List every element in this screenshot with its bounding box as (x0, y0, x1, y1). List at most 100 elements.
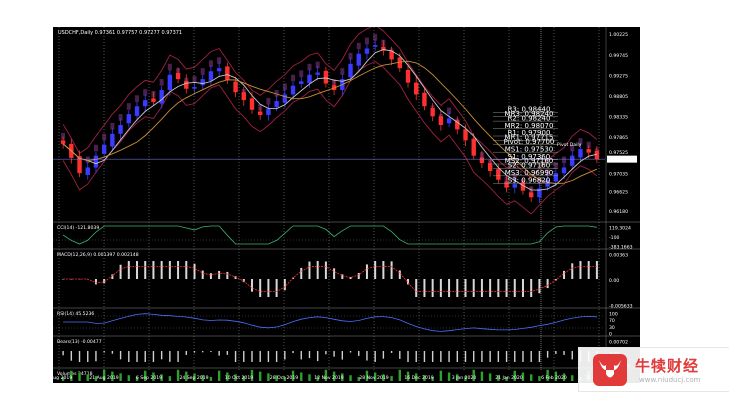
bears-bar (111, 351, 114, 354)
bears-bar (571, 351, 573, 360)
bears-bar (489, 351, 491, 362)
candle-body (422, 92, 427, 107)
macd-bar (456, 279, 459, 297)
macd-bar (439, 279, 442, 297)
candle-body (397, 57, 403, 69)
panel-axis-label: 0 (609, 332, 612, 338)
panel-axis-label: 30 (609, 325, 615, 331)
cloud-column (167, 63, 172, 71)
bears-bar (440, 351, 442, 362)
bears-bar (152, 351, 155, 362)
volume-bar (447, 372, 451, 381)
bears-bar (144, 351, 146, 362)
candle-body (496, 169, 501, 180)
bears-bar (300, 351, 302, 360)
candle-body (200, 79, 205, 86)
candle-body (586, 149, 591, 153)
cloud-column (93, 144, 98, 152)
volume-bar (209, 377, 213, 381)
macd-bar (193, 263, 196, 279)
bears-bar (325, 351, 327, 355)
candle-body (364, 48, 370, 54)
bears-bar (399, 351, 401, 359)
bears-bar (70, 351, 73, 361)
bears-bar (308, 351, 311, 359)
price-tick-label: 0.97865 (609, 135, 628, 141)
candle-body (192, 87, 197, 89)
candle-body (471, 138, 476, 156)
price-tick-label: 0.97035 (609, 171, 628, 177)
macd-bar (119, 264, 122, 279)
macd-bar (587, 261, 590, 279)
bears-bar (349, 351, 352, 353)
chart-terminal: 0.97371 R3: 0.98440 MR3: 0.98240 R2: 0.982… (53, 27, 640, 383)
cloud-column (364, 37, 369, 45)
date-tick-label: 21 Aug 2019 (89, 375, 119, 381)
macd-bar (505, 279, 508, 297)
candle-body (405, 69, 411, 83)
cloud-column (266, 97, 271, 105)
cloud-column (356, 42, 361, 50)
candle-body (159, 90, 164, 104)
candle-body (216, 68, 222, 72)
cloud-column (299, 70, 304, 77)
candle-body (110, 133, 115, 147)
bears-bar (374, 351, 376, 362)
candle-body (479, 157, 485, 164)
panel-axis-label: 100 (609, 312, 618, 318)
cloud-column (126, 103, 131, 110)
bears-bar (555, 351, 557, 354)
pivot-tag: Pivot Daily (557, 142, 582, 148)
macd-bar (538, 279, 541, 294)
candle-body (241, 92, 246, 101)
bears-bar (390, 351, 393, 353)
cloud-column (200, 68, 205, 75)
bears-bar (62, 351, 64, 356)
current-price-label: 0.97371 (609, 157, 628, 163)
candle-body (249, 98, 255, 110)
macd-bar (530, 279, 533, 297)
cloud-column (102, 133, 107, 141)
volume-bar (127, 375, 131, 381)
bears-bar (316, 351, 319, 362)
cloud-column (562, 156, 567, 164)
candle-body (463, 129, 468, 141)
bears-bar (267, 351, 270, 362)
candle-body (257, 111, 263, 115)
candle-body (118, 125, 123, 134)
watermark-url: www.niuducj.com (639, 376, 701, 384)
candle-body (553, 173, 559, 182)
candle-body (414, 82, 419, 95)
panel-axis-label: 119.3024 (609, 226, 631, 232)
macd-bar (390, 261, 393, 279)
candle-body (93, 155, 99, 168)
bears-bar (226, 351, 229, 355)
macd-bar (94, 279, 97, 285)
bears-bar (505, 351, 508, 362)
date-tick-label: 28 Oct 2019 (270, 375, 298, 381)
price-tick-label: 0.96625 (609, 189, 628, 195)
bears-bar (292, 351, 294, 354)
macd-bar (579, 261, 582, 279)
macd-bar (563, 270, 566, 279)
bears-bar (473, 351, 475, 362)
panel-label: MACD(12,26,9) 0.001397 0.002148 (57, 252, 139, 258)
bears-bar (185, 351, 187, 355)
macd-bar (415, 279, 418, 297)
macd-bar (333, 268, 336, 279)
bears-bar (87, 351, 89, 362)
candle-body (101, 144, 107, 154)
bears-bar (530, 351, 532, 362)
bears-bar (177, 351, 179, 362)
candle-body (151, 98, 156, 102)
panel-axis-label: -0.005633 (609, 304, 633, 310)
bears-bar (358, 351, 360, 356)
date-tick-label: 16 Dec 2019 (404, 375, 433, 381)
candle-body (266, 108, 271, 115)
panel-axis-label: 70 (609, 318, 615, 324)
macd-bar (521, 279, 524, 297)
cci-line (62, 225, 597, 245)
panel-axis-label: -383.1663 (609, 245, 633, 251)
price-tick-label: 0.97525 (609, 150, 628, 156)
bears-bar (546, 351, 549, 358)
